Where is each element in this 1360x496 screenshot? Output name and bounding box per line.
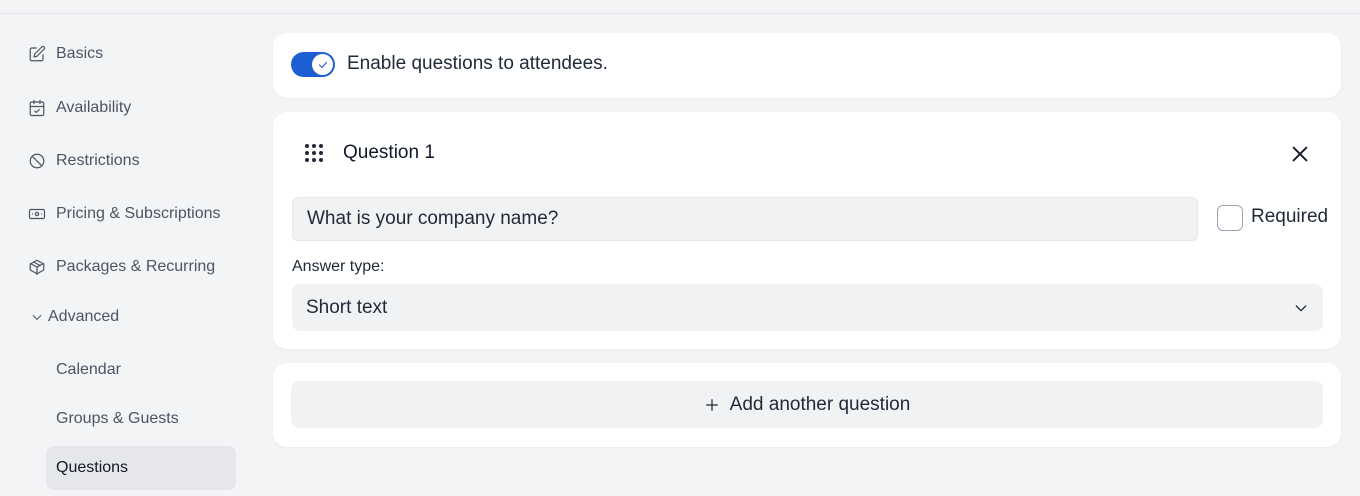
- enable-questions-label: Enable questions to attendees.: [347, 53, 608, 74]
- required-checkbox[interactable]: [1217, 205, 1243, 231]
- enable-questions-toggle[interactable]: [291, 52, 335, 77]
- sidebar-item-calendar[interactable]: Calendar: [56, 361, 121, 379]
- sidebar-item-label: Basics: [56, 45, 104, 62]
- add-question-button[interactable]: Add another question: [291, 381, 1323, 428]
- answer-type-label: Answer type:: [292, 258, 385, 275]
- plus-icon: [705, 398, 718, 411]
- banknote-icon: [28, 208, 46, 220]
- question-title: Question 1: [343, 142, 435, 163]
- sidebar-item-label: Calendar: [56, 361, 121, 378]
- answer-type-value: Short text: [306, 296, 388, 318]
- sidebar-item-basics[interactable]: Basics: [28, 42, 103, 66]
- sidebar-item-label: Restrictions: [56, 152, 140, 169]
- edit-icon: [29, 45, 46, 62]
- sidebar-item-pricing[interactable]: Pricing & Subscriptions: [28, 202, 221, 226]
- add-question-label: Add another question: [729, 393, 911, 415]
- sidebar-group-label: Advanced: [48, 308, 120, 325]
- question-text-input[interactable]: [292, 197, 1198, 241]
- calendar-check-icon: [29, 99, 45, 117]
- answer-type-select[interactable]: Short text: [292, 284, 1323, 331]
- drag-handle-icon[interactable]: [305, 144, 325, 164]
- sidebar-item-availability[interactable]: Availability: [28, 96, 131, 120]
- sidebar-item-label: Pricing & Subscriptions: [56, 205, 221, 222]
- close-icon: [1292, 146, 1308, 162]
- sidebar-item-label: Packages & Recurring: [56, 258, 216, 275]
- add-question-card: Add another question: [273, 363, 1341, 447]
- sidebar-item-packages[interactable]: Packages & Recurring: [28, 255, 215, 279]
- sidebar-group-advanced[interactable]: Advanced: [30, 308, 119, 326]
- check-icon: [318, 61, 327, 68]
- top-bar: [0, 0, 1360, 14]
- question-card: Question 1 Required Answer type: Short t…: [273, 112, 1341, 349]
- remove-question-button[interactable]: [1289, 143, 1311, 165]
- required-label[interactable]: Required: [1251, 206, 1328, 228]
- toggle-knob: [312, 54, 333, 75]
- sidebar-item-label: Groups & Guests: [56, 410, 179, 427]
- sidebar-item-groups-guests[interactable]: Groups & Guests: [56, 410, 179, 428]
- chevron-down-icon: [1295, 304, 1307, 311]
- sidebar-item-label: Questions: [56, 459, 129, 476]
- package-icon: [29, 259, 45, 276]
- sidebar-item-label: Availability: [56, 99, 132, 116]
- enable-questions-card: Enable questions to attendees.: [273, 33, 1341, 98]
- sidebar-item-restrictions[interactable]: Restrictions: [28, 149, 140, 173]
- ban-icon: [29, 153, 45, 169]
- chevron-down-icon: [32, 314, 42, 321]
- sidebar: Basics Availability Restrictions Pricing…: [0, 14, 250, 496]
- sidebar-item-questions[interactable]: Questions: [46, 446, 236, 490]
